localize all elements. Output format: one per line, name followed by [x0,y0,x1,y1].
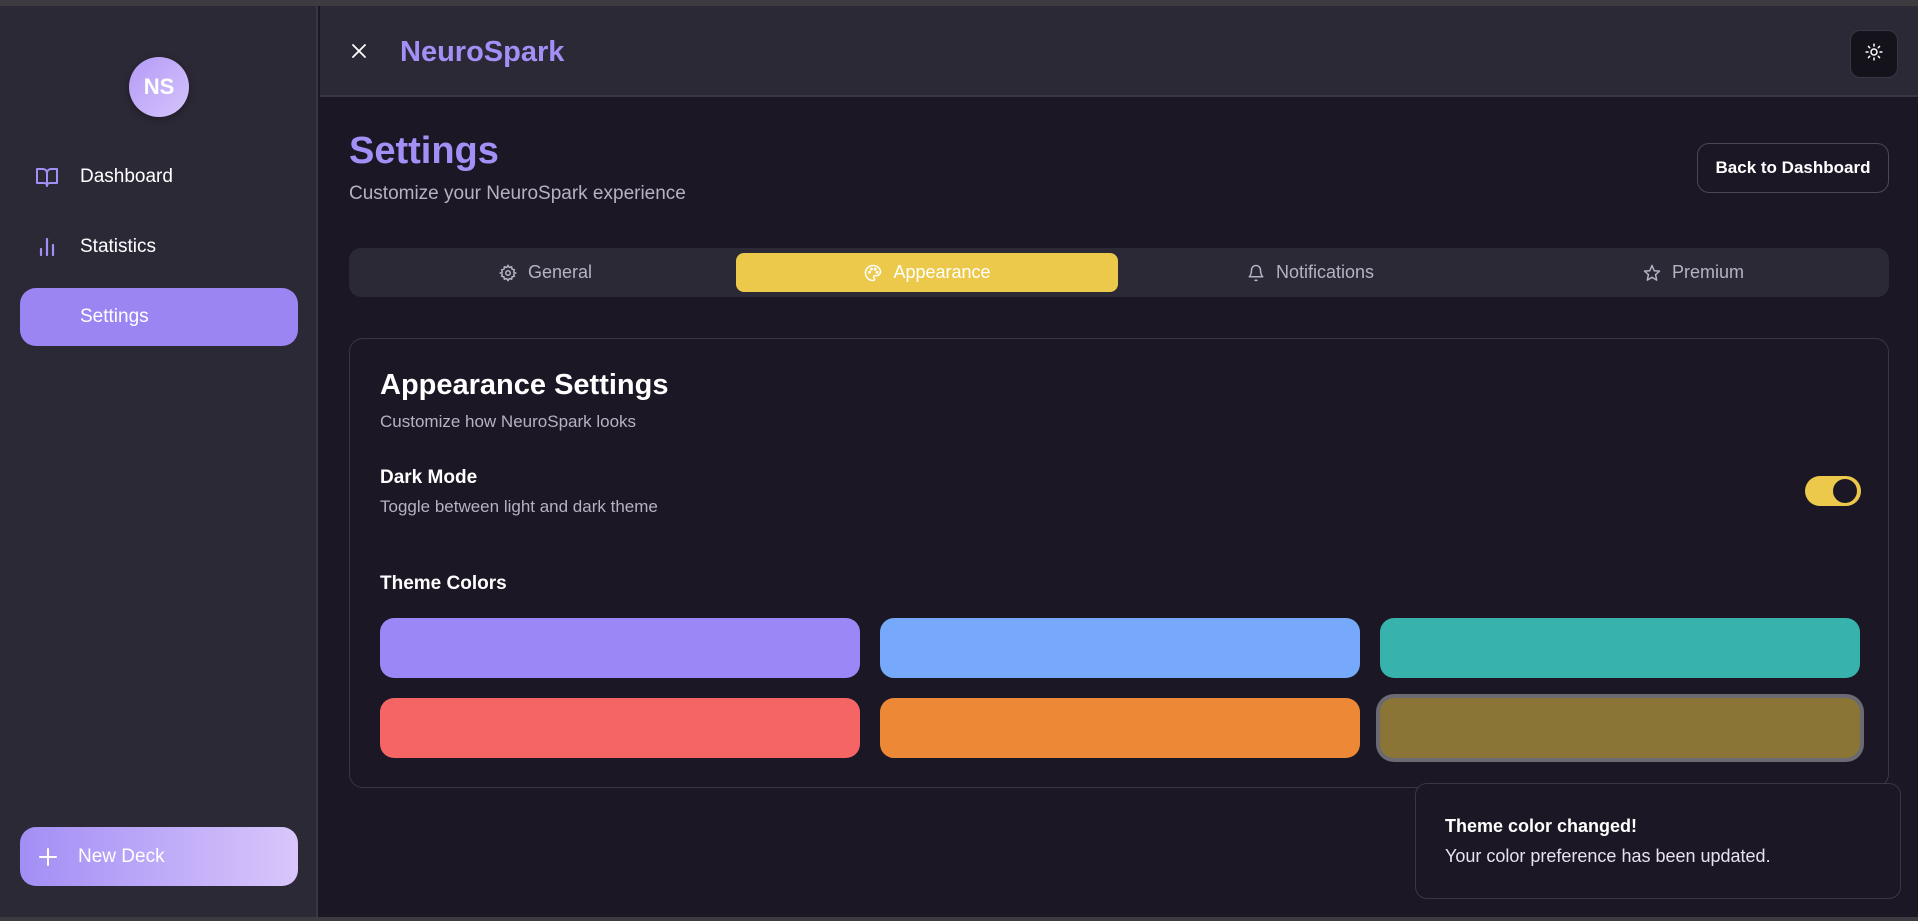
sidebar-item-statistics[interactable]: Statistics [20,218,298,276]
sidebar-item-label: Dashboard [80,166,173,187]
book-open-icon [34,164,60,190]
sidebar-item-settings[interactable]: Settings [20,288,298,346]
bar-chart-icon [34,234,60,260]
page-subtitle: Customize your NeuroSpark experience [349,183,686,204]
back-to-dashboard-button[interactable]: Back to Dashboard [1697,143,1889,193]
theme-color-purple[interactable] [380,618,860,678]
toast-title: Theme color changed! [1445,816,1638,836]
sun-icon [1865,42,1883,66]
tab-label: Notifications [1275,262,1375,282]
window-bottom-border [0,917,1918,921]
tab-notifications[interactable]: Notifications [1119,253,1501,292]
avatar[interactable]: NS [129,57,189,117]
dark-mode-label: Dark Mode [380,467,478,488]
star-icon [1642,263,1662,283]
new-deck-label: New Deck [78,845,165,867]
tab-label: Appearance [893,262,991,282]
tab-appearance[interactable]: Appearance [736,253,1118,292]
new-deck-button[interactable]: New Deck [20,827,298,886]
sidebar-item-label: Statistics [80,236,157,257]
top-header: NeuroSpark [320,6,1918,97]
tab-label: Premium [1671,262,1744,282]
toggle-knob [1833,479,1857,503]
theme-color-olive[interactable] [1380,698,1860,758]
tab-premium[interactable]: Premium [1502,253,1884,292]
dark-mode-description: Toggle between light and dark theme [380,497,658,516]
plus-icon [36,845,60,869]
close-icon[interactable] [346,38,372,64]
app-title: NeuroSpark [400,36,565,68]
theme-toggle-button[interactable] [1850,30,1898,78]
toast-notification: Theme color changed! Your color preferen… [1415,783,1901,899]
palette-icon [863,263,883,283]
theme-color-red[interactable] [380,698,860,758]
tab-general[interactable]: General [354,253,736,292]
theme-colors-label: Theme Colors [380,573,507,594]
appearance-settings-card: Appearance Settings Customize how NeuroS… [349,338,1889,788]
sidebar-item-label: Settings [80,306,149,327]
theme-color-blue[interactable] [880,618,1360,678]
section-subtitle: Customize how NeuroSpark looks [380,412,637,431]
toast-message: Your color preference has been updated. [1445,846,1771,866]
tab-label: General [527,262,593,282]
sidebar-item-dashboard[interactable]: Dashboard [20,148,298,206]
bell-icon [1246,263,1266,283]
dark-mode-toggle[interactable] [1805,476,1861,506]
sidebar: NS Dashboard Statistics Settings New Dec… [0,6,318,917]
page-title: Settings [349,130,499,172]
gear-icon [498,263,518,283]
settings-tabs: General Appearance Notifications Premium [349,248,1889,297]
theme-color-teal[interactable] [1380,618,1860,678]
section-title: Appearance Settings [380,369,669,401]
theme-color-orange[interactable] [880,698,1360,758]
